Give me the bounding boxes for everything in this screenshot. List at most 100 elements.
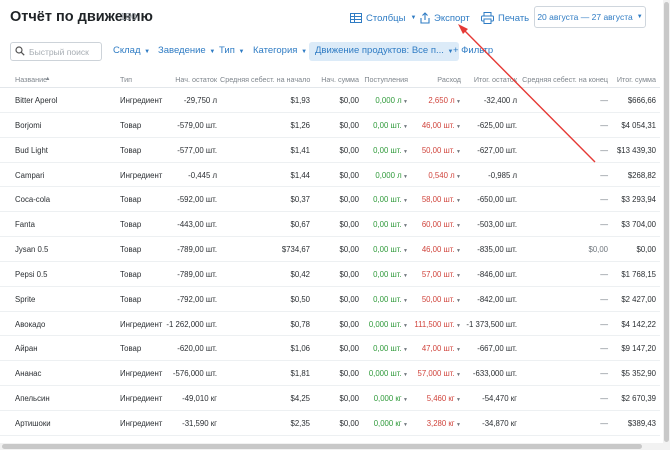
vertical-scroll-thumb[interactable] bbox=[664, 2, 669, 442]
cell-value: Авокадо bbox=[15, 319, 46, 329]
filter-warehouse[interactable]: Склад ▼ bbox=[113, 45, 150, 56]
table-row[interactable]: Bitter Aperol Ингредиент -29,750 л $1,93 $0,… bbox=[0, 88, 660, 113]
table-row[interactable]: Fanta Товар -443,00 шт. $0,67 $0,00 0,00 шт. … bbox=[0, 212, 660, 238]
date-range-picker[interactable]: 20 августа — 27 августа ▼ bbox=[534, 6, 646, 28]
table-row[interactable]: Апельсин Ингредиент -49,010 кг $4,25 $0,00 0,… bbox=[0, 386, 660, 411]
cell-end-balance: -627,00 шт. bbox=[460, 146, 517, 155]
cell-start-avg-cost: $1,26 bbox=[220, 121, 310, 130]
cell-expense[interactable]: 50,00 шт. ▼ bbox=[405, 295, 461, 304]
cell-income[interactable]: 0,00 шт. ▼ bbox=[360, 295, 408, 304]
table-row[interactable]: Bud Light Товар -577,00 шт. $1,41 $0,00 0,00 … bbox=[0, 138, 660, 163]
cell-value: — bbox=[600, 220, 608, 230]
cell-value: -592,00 шт. bbox=[177, 195, 217, 205]
cell-value: Товар bbox=[120, 195, 142, 205]
cell-income[interactable]: 0,00 шт. ▼ bbox=[360, 220, 408, 229]
filter-category[interactable]: Категория ▼ bbox=[253, 45, 307, 56]
cell-start-sum: $0,00 bbox=[310, 295, 359, 304]
search-input[interactable] bbox=[29, 46, 99, 57]
cell-value: $1,06 bbox=[290, 344, 310, 354]
header-income[interactable]: Поступления bbox=[360, 75, 408, 84]
cell-value: — bbox=[600, 418, 608, 428]
cell-expense[interactable]: 57,000 шт. ▼ bbox=[405, 369, 462, 378]
cell-end-balance: -846,00 шт. bbox=[460, 270, 517, 279]
cell-value: $0,00 bbox=[339, 120, 359, 130]
cell-expense[interactable]: 46,00 шт. ▼ bbox=[405, 121, 461, 130]
cell-value: -650,00 шт. bbox=[477, 195, 517, 205]
cell-expense[interactable]: 111,500 шт. ▼ bbox=[405, 320, 461, 329]
cell-value: -49,010 кг bbox=[182, 394, 217, 404]
add-filter-button[interactable]: + Фильтр bbox=[453, 45, 493, 56]
search-box[interactable] bbox=[10, 42, 102, 61]
cell-income[interactable]: 0,000 кг ▼ bbox=[360, 419, 408, 428]
cell-value: $1,41 bbox=[290, 145, 310, 155]
cell-start-sum: $0,00 bbox=[310, 146, 359, 155]
filter-movement[interactable]: Движение продуктов: Все п... ▼ bbox=[309, 42, 460, 61]
header-expense[interactable]: Расход bbox=[405, 75, 461, 84]
cell-end-avg-cost: — bbox=[520, 220, 608, 229]
cell-expense[interactable]: 60,00 шт. ▼ bbox=[405, 220, 461, 229]
cell-income[interactable]: 0,000 л ▼ bbox=[360, 96, 408, 105]
cell-expense[interactable]: 47,00 шт. ▼ bbox=[405, 344, 461, 353]
cell-name: Fanta bbox=[15, 220, 35, 229]
cell-expense[interactable]: 3,280 кг ▼ bbox=[405, 419, 461, 428]
print-button[interactable]: Печать bbox=[481, 8, 529, 28]
cell-value: -835,00 шт. bbox=[477, 245, 517, 255]
cell-income[interactable]: 0,00 шт. ▼ bbox=[360, 121, 408, 130]
cell-end-avg-cost: — bbox=[520, 146, 608, 155]
header-start-balance[interactable]: Нач. остаток bbox=[160, 75, 217, 84]
table-row[interactable]: Авокадо Ингредиент -1 262,000 шт. $0,78 $0,0… bbox=[0, 312, 660, 337]
cell-expense[interactable]: 46,00 шт. ▼ bbox=[405, 245, 461, 254]
cell-value: $0,00 bbox=[339, 195, 359, 205]
cell-expense[interactable]: 5,460 кг ▼ bbox=[405, 394, 461, 403]
table-row[interactable]: Campari Ингредиент -0,445 л $1,44 $0,00 0,000… bbox=[0, 163, 660, 188]
cell-income[interactable]: 0,00 шт. ▼ bbox=[360, 270, 408, 279]
horizontal-scrollbar[interactable] bbox=[0, 443, 663, 450]
cell-income[interactable]: 0,00 шт. ▼ bbox=[360, 245, 408, 254]
cell-income[interactable]: 0,00 шт. ▼ bbox=[360, 195, 408, 204]
cell-end-balance: -835,00 шт. bbox=[460, 245, 517, 254]
horizontal-scroll-thumb[interactable] bbox=[2, 444, 642, 449]
export-button[interactable]: Экспорт bbox=[420, 8, 470, 28]
cell-expense[interactable]: 50,00 шт. ▼ bbox=[405, 146, 461, 155]
table-row[interactable]: Айран Товар -620,00 шт. $1,06 $0,00 0,00 шт. … bbox=[0, 336, 660, 362]
cell-type: Товар bbox=[120, 195, 141, 204]
table-row[interactable]: Coca-cola Товар -592,00 шт. $0,37 $0,00 0,00 … bbox=[0, 187, 660, 213]
vertical-scrollbar[interactable] bbox=[663, 0, 670, 450]
cell-income[interactable]: 0,000 шт. ▼ bbox=[360, 320, 408, 329]
cell-value: 3,280 кг bbox=[426, 418, 455, 428]
header-end-avg-cost[interactable]: Средняя себест. на конец bbox=[520, 75, 608, 84]
cell-income[interactable]: 0,00 шт. ▼ bbox=[360, 344, 408, 353]
cell-income[interactable]: 0,000 л ▼ bbox=[360, 171, 408, 180]
header-type[interactable]: Тип bbox=[120, 75, 132, 84]
cell-value: -576,000 шт. bbox=[172, 369, 217, 379]
sort-asc-icon[interactable]: ▲ bbox=[45, 76, 50, 82]
header-name[interactable]: Название bbox=[15, 75, 47, 84]
cell-expense[interactable]: 58,00 шт. ▼ bbox=[405, 195, 461, 204]
header-end-sum[interactable]: Итог. сумма bbox=[610, 75, 656, 84]
table-row[interactable]: Sprite Товар -792,00 шт. $0,50 $0,00 0,00 шт.… bbox=[0, 287, 660, 312]
table-row[interactable]: Артишоки Ингредиент -31,590 кг $2,35 $0,00 0,… bbox=[0, 411, 660, 436]
cell-value: -31,590 кг bbox=[182, 418, 217, 428]
columns-button[interactable]: Столбцы ▼ bbox=[350, 8, 416, 28]
cell-start-sum: $0,00 bbox=[310, 195, 359, 204]
table-row[interactable]: Pepsi 0.5 Товар -789,00 шт. $0,42 $0,00 0,00 … bbox=[0, 262, 660, 287]
cell-income[interactable]: 0,000 шт. ▼ bbox=[360, 369, 408, 378]
cell-income[interactable]: 0,000 кг ▼ bbox=[360, 394, 408, 403]
header-start-avg-cost[interactable]: Средняя себест. на начало bbox=[220, 75, 310, 84]
cell-value: $1,26 bbox=[290, 120, 310, 130]
table-row[interactable]: Borjomi Товар -579,00 шт. $1,26 $0,00 0,00 шт… bbox=[0, 113, 660, 138]
header-start-sum[interactable]: Нач. сумма bbox=[310, 75, 359, 84]
header-end-balance[interactable]: Итог. остаток bbox=[460, 75, 517, 84]
cell-type: Товар bbox=[120, 344, 141, 353]
cell-start-sum: $0,00 bbox=[310, 419, 359, 428]
cell-expense[interactable]: 57,00 шт. ▼ bbox=[405, 270, 461, 279]
table-row[interactable]: Jysan 0.5 Товар -789,00 шт. $734,67 $0,00 0,0… bbox=[0, 237, 660, 262]
cell-start-avg-cost: $0,50 bbox=[220, 295, 310, 304]
cell-end-balance: -842,00 шт. bbox=[460, 295, 517, 304]
cell-expense[interactable]: 2,650 л ▼ bbox=[405, 96, 461, 105]
table-row[interactable]: Ананас Ингредиент -576,000 шт. $1,81 $0,00 0,… bbox=[0, 361, 660, 387]
cell-expense[interactable]: 0,540 л ▼ bbox=[405, 171, 461, 180]
filter-establishment[interactable]: Заведение ▼ bbox=[158, 45, 215, 56]
filter-type[interactable]: Тип ▼ bbox=[219, 45, 244, 56]
cell-income[interactable]: 0,00 шт. ▼ bbox=[360, 146, 408, 155]
